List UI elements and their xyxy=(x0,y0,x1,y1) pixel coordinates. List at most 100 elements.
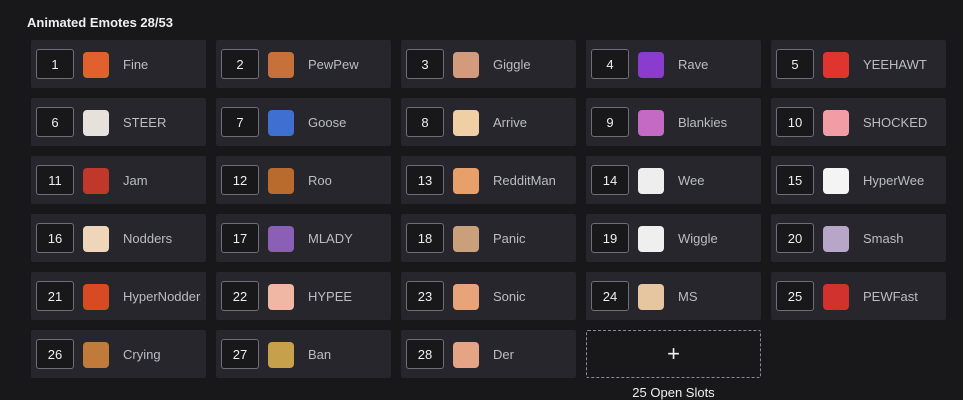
slot-number: 20 xyxy=(776,223,814,253)
emote-name: Crying xyxy=(123,346,161,362)
emote-name: MS xyxy=(678,288,698,304)
section-title: Animated Emotes 28/53 xyxy=(27,15,173,30)
slot-number: 3 xyxy=(406,49,444,79)
emote-slot[interactable]: 24 MS xyxy=(586,272,761,320)
slot-number: 4 xyxy=(591,49,629,79)
emote-name: Blankies xyxy=(678,114,728,130)
emote-image xyxy=(83,226,109,252)
emote-image xyxy=(453,226,479,252)
emote-name: Arrive xyxy=(493,114,527,130)
emote-image xyxy=(268,110,294,136)
emote-slot[interactable]: 19 Wiggle xyxy=(586,214,761,262)
emote-image xyxy=(453,284,479,310)
slot-number: 11 xyxy=(36,165,74,195)
emote-slot[interactable]: 23 Sonic xyxy=(401,272,576,320)
emote-image xyxy=(268,226,294,252)
slot-number: 24 xyxy=(591,281,629,311)
emote-slot[interactable]: 25 PEWFast xyxy=(771,272,946,320)
slot-number: 25 xyxy=(776,281,814,311)
emote-grid: 1 Fine 2 PewPew 3 Giggle 4 Rave 5 YEEHAWT 6 STEER 7 G… xyxy=(31,40,946,378)
emote-image xyxy=(83,168,109,194)
emote-name: HyperNodders xyxy=(123,288,201,304)
emote-slot[interactable]: 15 HyperWee xyxy=(771,156,946,204)
slot-number: 9 xyxy=(591,107,629,137)
emote-slot[interactable]: 17 MLADY xyxy=(216,214,391,262)
add-emote-button[interactable]: + xyxy=(586,330,761,378)
emote-slot[interactable]: 5 YEEHAWT xyxy=(771,40,946,88)
emote-slot[interactable]: 11 Jam xyxy=(31,156,206,204)
slot-number: 27 xyxy=(221,339,259,369)
emote-slot[interactable]: 21 HyperNodders xyxy=(31,272,206,320)
emote-slot[interactable]: 26 Crying xyxy=(31,330,206,378)
slot-number: 7 xyxy=(221,107,259,137)
emote-name: Smash xyxy=(863,230,904,246)
emote-image xyxy=(638,110,664,136)
slot-number: 28 xyxy=(406,339,444,369)
slot-number: 19 xyxy=(591,223,629,253)
slot-number: 26 xyxy=(36,339,74,369)
emote-image xyxy=(823,110,849,136)
emote-name: YEEHAWT xyxy=(863,56,927,72)
emote-slot[interactable]: 4 Rave xyxy=(586,40,761,88)
slot-number: 8 xyxy=(406,107,444,137)
emote-slot[interactable]: 1 Fine xyxy=(31,40,206,88)
emote-slot[interactable]: 10 SHOCKED xyxy=(771,98,946,146)
emote-image xyxy=(638,284,664,310)
emote-image xyxy=(268,342,294,368)
emote-slot[interactable]: 16 Nodders xyxy=(31,214,206,262)
open-slots-count: 25 Open Slots xyxy=(632,385,715,400)
slot-number: 2 xyxy=(221,49,259,79)
slot-number: 23 xyxy=(406,281,444,311)
emote-image xyxy=(268,284,294,310)
emote-slot[interactable]: 20 Smash xyxy=(771,214,946,262)
emote-name: MLADY xyxy=(308,230,353,246)
emote-slot[interactable]: 2 PewPew xyxy=(216,40,391,88)
emote-name: Wee xyxy=(678,172,705,188)
emote-name: Jam xyxy=(123,172,148,188)
emote-name: PEWFast xyxy=(863,288,918,304)
emote-image xyxy=(453,52,479,78)
slot-number: 6 xyxy=(36,107,74,137)
emote-slot[interactable]: 6 STEER xyxy=(31,98,206,146)
emote-name: Giggle xyxy=(493,56,531,72)
emote-slot[interactable]: 12 Roo xyxy=(216,156,391,204)
slot-number: 15 xyxy=(776,165,814,195)
emote-slot[interactable]: 22 HYPEE xyxy=(216,272,391,320)
emote-image xyxy=(268,52,294,78)
emote-name: Roo xyxy=(308,172,332,188)
emote-slot[interactable]: 7 Goose xyxy=(216,98,391,146)
emote-slot[interactable]: 18 Panic xyxy=(401,214,576,262)
emote-name: Ban xyxy=(308,346,332,362)
emote-image xyxy=(638,52,664,78)
emote-name: HYPEE xyxy=(308,288,353,304)
emote-name: Rave xyxy=(678,56,709,72)
emote-slot[interactable]: 28 Der xyxy=(401,330,576,378)
slot-number: 12 xyxy=(221,165,259,195)
emote-slot[interactable]: 13 RedditMan xyxy=(401,156,576,204)
emote-name: Der xyxy=(493,346,514,362)
emote-name: Sonic xyxy=(493,288,526,304)
emote-image xyxy=(453,168,479,194)
emote-name: STEER xyxy=(123,114,167,130)
emote-image xyxy=(823,226,849,252)
slot-number: 22 xyxy=(221,281,259,311)
emote-name: Fine xyxy=(123,56,149,72)
emote-image xyxy=(83,110,109,136)
slot-number: 5 xyxy=(776,49,814,79)
emote-image xyxy=(83,342,109,368)
emote-name: SHOCKED xyxy=(863,114,928,130)
slot-number: 14 xyxy=(591,165,629,195)
emote-name: PewPew xyxy=(308,56,359,72)
emote-slot[interactable]: 8 Arrive xyxy=(401,98,576,146)
emote-image xyxy=(823,168,849,194)
slot-number: 18 xyxy=(406,223,444,253)
slot-number: 13 xyxy=(406,165,444,195)
emote-slot[interactable]: 27 Ban xyxy=(216,330,391,378)
emote-slot[interactable]: 14 Wee xyxy=(586,156,761,204)
slot-number: 17 xyxy=(221,223,259,253)
emote-slot[interactable]: 3 Giggle xyxy=(401,40,576,88)
emote-slot[interactable]: 9 Blankies xyxy=(586,98,761,146)
slot-number: 16 xyxy=(36,223,74,253)
emote-image xyxy=(823,52,849,78)
emote-image xyxy=(823,284,849,310)
